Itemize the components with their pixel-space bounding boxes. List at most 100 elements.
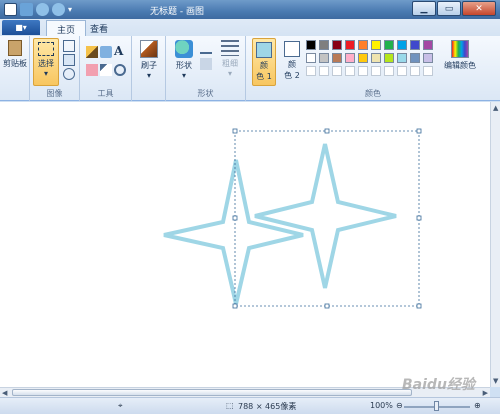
fill-icon[interactable]: [100, 46, 112, 58]
selection-handle-top-left[interactable]: [232, 128, 238, 134]
drawing-canvas[interactable]: [0, 102, 490, 387]
vertical-scrollbar[interactable]: ▲ ▼: [490, 102, 500, 387]
palette-swatch[interactable]: [397, 66, 407, 76]
palette-swatch[interactable]: [384, 66, 394, 76]
eraser-icon[interactable]: [86, 64, 98, 76]
color1-swatch: [256, 42, 272, 58]
brushes-button[interactable]: 刷子 ▾: [135, 40, 163, 80]
selection-handle-bottom-left[interactable]: [232, 303, 238, 309]
color2-swatch: [284, 41, 300, 57]
title-bar: ▾ 无标题 - 画图 ▁ ▭ ✕: [0, 0, 500, 19]
line-weight-icon: [221, 40, 239, 56]
palette-swatch[interactable]: [319, 40, 329, 50]
maximize-button[interactable]: ▭: [437, 1, 461, 16]
clipboard-label: 剪贴板: [3, 59, 27, 68]
paste-button[interactable]: 剪贴板: [2, 40, 28, 69]
selection-handle-right[interactable]: [416, 215, 422, 221]
palette-swatch[interactable]: [410, 66, 420, 76]
palette-swatch[interactable]: [410, 40, 420, 50]
edit-colors-label: 编辑颜色: [444, 61, 476, 70]
resize-icon[interactable]: [63, 54, 75, 66]
palette-swatch[interactable]: [358, 40, 368, 50]
shapes-group: 形状 ▾ 粗细 ▾ 形状: [166, 36, 246, 101]
edit-colors-button[interactable]: 编辑颜色: [442, 40, 478, 71]
zoom-slider-thumb[interactable]: [434, 401, 439, 411]
palette-swatch[interactable]: [423, 66, 433, 76]
palette-swatch[interactable]: [371, 53, 381, 63]
clipboard-group: 剪贴板: [0, 36, 30, 101]
scroll-right-arrow-icon[interactable]: ▶: [483, 389, 488, 397]
selection-handle-left[interactable]: [232, 215, 238, 221]
select-rect-icon: [38, 42, 54, 56]
zoom-out-icon[interactable]: ⊖: [396, 401, 403, 410]
palette-swatch[interactable]: [358, 66, 368, 76]
minimize-button[interactable]: ▁: [412, 1, 436, 16]
tab-view[interactable]: 查看: [80, 20, 118, 36]
minimize-icon: ▁: [420, 3, 428, 14]
selection-handle-bottom-right[interactable]: [416, 303, 422, 309]
shape-fill-icon[interactable]: [200, 58, 212, 70]
save-icon[interactable]: [20, 3, 33, 16]
palette-swatch[interactable]: [423, 40, 433, 50]
color1-button[interactable]: 颜 色 1: [252, 38, 276, 86]
text-icon[interactable]: A: [114, 44, 126, 58]
scroll-down-arrow-icon[interactable]: ▼: [493, 377, 498, 385]
palette-swatch[interactable]: [332, 40, 342, 50]
rotate-icon[interactable]: [63, 68, 75, 80]
close-icon: ✕: [475, 3, 483, 14]
redo-icon[interactable]: [52, 3, 65, 16]
undo-icon[interactable]: [36, 3, 49, 16]
color2-button[interactable]: 颜 色 2: [280, 38, 304, 86]
palette-swatch[interactable]: [371, 66, 381, 76]
window-title: 无标题 - 画图: [150, 7, 204, 17]
palette-swatch[interactable]: [384, 40, 394, 50]
size-button[interactable]: 粗细 ▾: [218, 40, 242, 78]
window-controls: ▁ ▭ ✕: [412, 1, 496, 16]
shapes-dropdown-icon: ▾: [181, 71, 186, 80]
horizontal-scroll-thumb[interactable]: [12, 389, 412, 396]
color2-label-bottom: 色 2: [284, 71, 300, 80]
palette-swatch[interactable]: [345, 66, 355, 76]
palette-swatch[interactable]: [345, 53, 355, 63]
shapes-label: 形状: [176, 61, 192, 70]
select-button[interactable]: 选择 ▾: [33, 38, 59, 86]
palette-swatch[interactable]: [319, 53, 329, 63]
palette-swatch[interactable]: [384, 53, 394, 63]
scroll-left-arrow-icon[interactable]: ◀: [2, 389, 7, 397]
close-button[interactable]: ✕: [462, 1, 496, 16]
magnifier-icon[interactable]: [114, 64, 126, 76]
brushes-label: 刷子: [141, 61, 157, 70]
palette-swatch[interactable]: [397, 40, 407, 50]
selection-handle-top[interactable]: [324, 128, 330, 134]
edit-colors-icon: [451, 40, 469, 58]
outline-icon[interactable]: [200, 42, 212, 54]
palette-swatch[interactable]: [358, 53, 368, 63]
zoom-in-icon[interactable]: ⊕: [474, 401, 481, 410]
selection-handle-bottom[interactable]: [324, 303, 330, 309]
scroll-up-arrow-icon[interactable]: ▲: [493, 104, 498, 112]
selection-size-icon: ⬚: [226, 401, 234, 410]
palette-swatch[interactable]: [306, 53, 316, 63]
crop-icon[interactable]: [63, 40, 75, 52]
paint-menu-button[interactable]: ■▾: [2, 20, 40, 35]
palette-swatch[interactable]: [332, 53, 342, 63]
palette-swatch[interactable]: [397, 53, 407, 63]
colors-group: 颜 色 1 颜 色 2 编辑颜色 颜色: [246, 36, 500, 101]
palette-swatch[interactable]: [306, 40, 316, 50]
palette-swatch[interactable]: [423, 53, 433, 63]
palette-swatch[interactable]: [345, 40, 355, 50]
shapes-button[interactable]: 形状 ▾: [170, 40, 198, 80]
color-picker-icon[interactable]: [100, 64, 112, 76]
select-dropdown-icon: ▾: [43, 69, 48, 78]
qat-dropdown-icon[interactable]: ▾: [68, 3, 76, 16]
quick-access-toolbar: ▾: [4, 3, 76, 16]
palette-swatch[interactable]: [319, 66, 329, 76]
palette-swatch[interactable]: [410, 53, 420, 63]
paint-app-icon[interactable]: [4, 3, 17, 16]
palette-swatch[interactable]: [332, 66, 342, 76]
pencil-icon[interactable]: [86, 46, 98, 58]
palette-swatch[interactable]: [371, 40, 381, 50]
palette-swatch[interactable]: [306, 66, 316, 76]
selection-handle-top-right[interactable]: [416, 128, 422, 134]
select-label: 选择: [38, 59, 54, 68]
